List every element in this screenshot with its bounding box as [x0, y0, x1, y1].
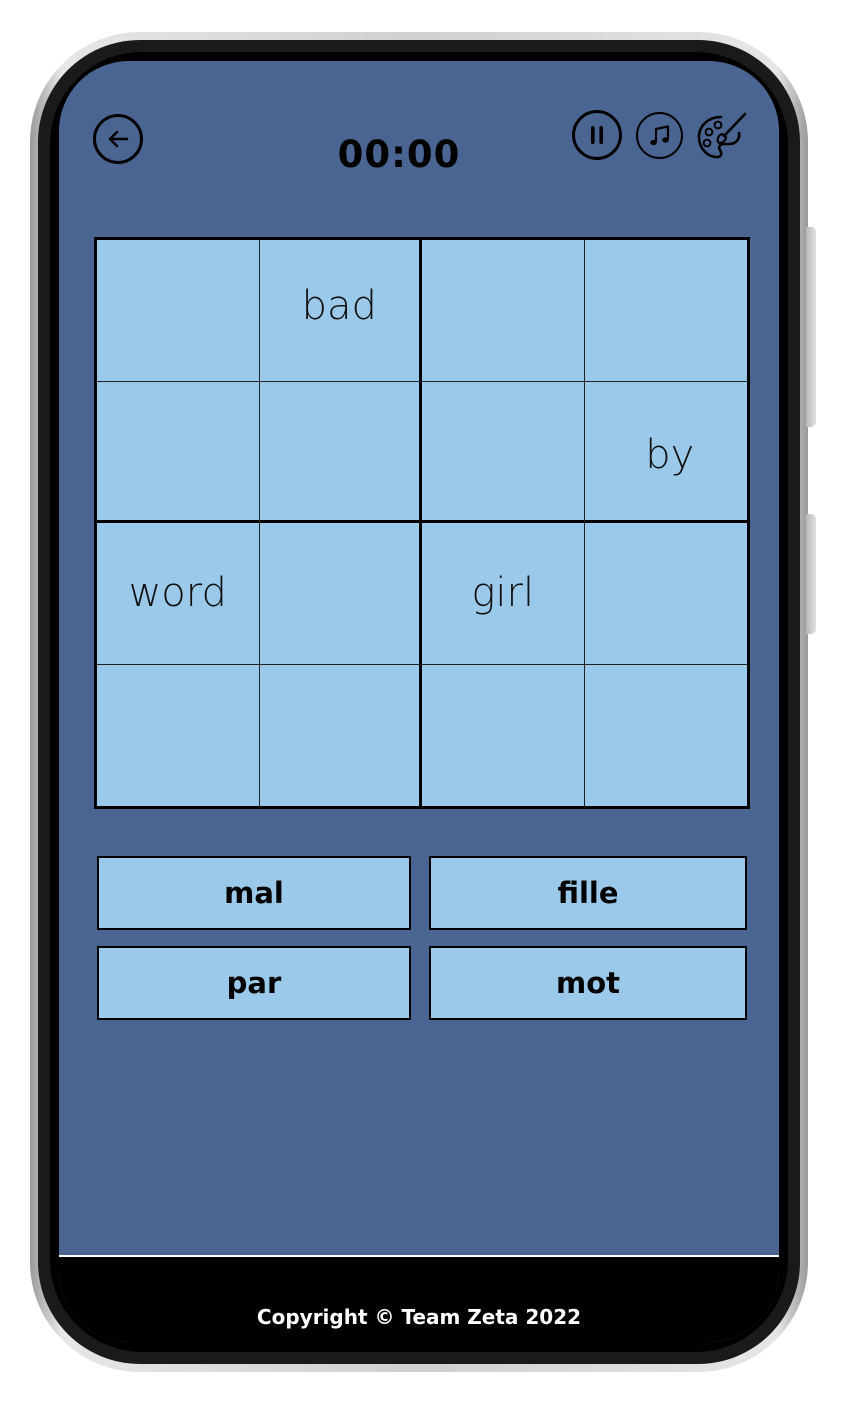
grid-cell[interactable]: by [584, 382, 747, 523]
app-screen: 00:00 bad by word girl mal fille par mot… [59, 61, 779, 1342]
grid-cell[interactable]: word [97, 523, 260, 665]
grid-cell[interactable] [422, 381, 585, 523]
copyright-text: Copyright © Team Zeta 2022 [256, 1305, 582, 1329]
phone-power-button [806, 514, 816, 634]
music-note-icon [649, 124, 669, 145]
palette-brush-icon [697, 112, 747, 159]
grid-cell[interactable] [585, 665, 748, 807]
grid-cell[interactable]: girl [422, 523, 585, 665]
grid-cell[interactable] [584, 523, 747, 665]
grid-cell[interactable] [422, 240, 585, 382]
answer-button-mot[interactable]: mot [429, 946, 747, 1020]
answer-button-mal[interactable]: mal [97, 856, 411, 930]
grid-cell[interactable] [584, 240, 747, 382]
grid-cell-text: word [128, 570, 227, 617]
grid-cell[interactable] [422, 664, 585, 806]
grid-cell[interactable] [97, 664, 260, 806]
timer: 00:00 [337, 133, 461, 176]
grid-cell[interactable] [259, 523, 422, 665]
grid-cell[interactable] [97, 381, 260, 523]
grid-cell[interactable] [259, 381, 422, 523]
arrow-left-icon [108, 130, 129, 148]
grid-cell[interactable]: bad [259, 240, 422, 382]
grid-cell[interactable] [97, 240, 260, 382]
grid-cell[interactable] [260, 664, 422, 806]
grid-cell-text: bad [301, 283, 377, 330]
grid-cell-text: girl [471, 570, 535, 617]
grid-cell-text: by [645, 431, 695, 478]
phone-frame: 00:00 bad by word girl mal fille par mot… [30, 32, 816, 1372]
answer-button-par[interactable]: par [97, 946, 411, 1020]
phone-volume-button [806, 227, 816, 427]
pause-icon [591, 126, 603, 144]
pause-button[interactable] [572, 110, 622, 160]
theme-button[interactable] [695, 110, 749, 164]
word-grid: bad by word girl [94, 237, 750, 809]
music-button[interactable] [636, 112, 683, 159]
back-button[interactable] [93, 114, 143, 164]
answer-button-fille[interactable]: fille [429, 856, 747, 930]
